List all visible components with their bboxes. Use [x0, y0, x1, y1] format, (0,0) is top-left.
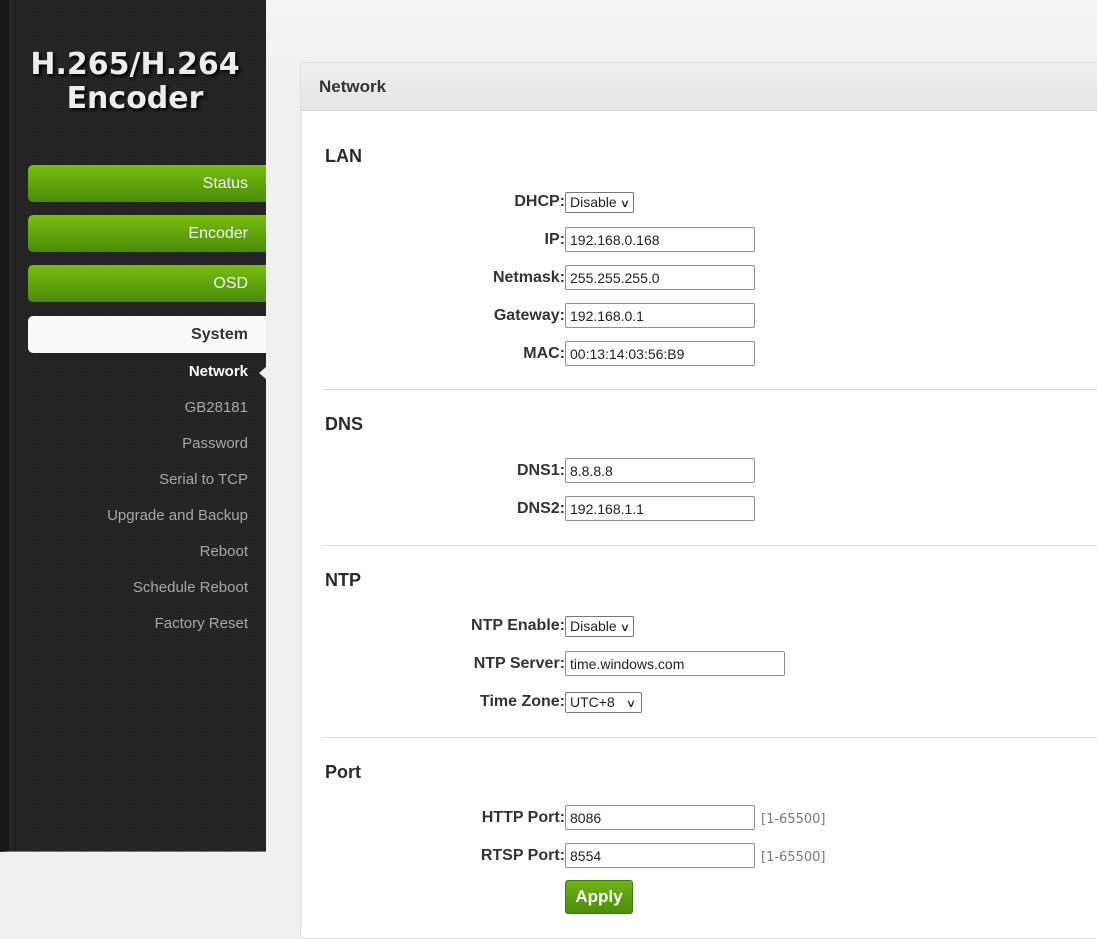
ntp-enable-label: NTP Enable:	[471, 617, 565, 634]
ntp-enable-value: Disable	[570, 618, 617, 634]
section-port-title: Port	[325, 762, 361, 782]
mac-input[interactable]	[565, 341, 755, 366]
ip-label: IP:	[544, 231, 565, 248]
dns1-input[interactable]	[565, 458, 755, 483]
chevron-down-icon: ∨	[625, 698, 637, 710]
timezone-row: Time Zone:	[301, 690, 565, 716]
submenu-reboot[interactable]: Reboot	[28, 543, 248, 561]
section-lan-title: LAN	[325, 146, 362, 166]
dns1-label: DNS1:	[516, 462, 565, 479]
section-dns-title: DNS	[325, 414, 364, 434]
logo-line-2: Encoder	[66, 81, 204, 116]
gateway-label: Gateway:	[493, 307, 565, 324]
menu-system[interactable]: System	[28, 316, 266, 353]
timezone-select[interactable]: UTC+8 ∨	[565, 692, 642, 713]
http-port-label: HTTP Port:	[481, 809, 565, 826]
section-ntp-title: NTP	[325, 570, 361, 590]
netmask-label: Netmask:	[492, 269, 565, 286]
dns2-input[interactable]	[565, 496, 755, 521]
active-indicator-icon	[259, 367, 266, 379]
ntp-server-label: NTP Server:	[473, 655, 565, 672]
dns1-row: DNS1:	[301, 459, 565, 485]
menu-osd[interactable]: OSD	[28, 265, 266, 302]
submenu-password[interactable]: Password	[28, 435, 248, 453]
menu-status[interactable]: Status	[28, 165, 266, 202]
chevron-down-icon: ∨	[619, 622, 630, 634]
app-logo: H.265/H.264 Encoder	[9, 48, 275, 116]
panel-title: Network	[301, 63, 1097, 111]
mac-label: MAC:	[523, 345, 565, 362]
dhcp-value: Disable	[570, 194, 617, 210]
top-background	[266, 0, 1097, 70]
dns2-label: DNS2:	[516, 500, 565, 517]
dhcp-select[interactable]: Disable ∨	[565, 192, 634, 213]
ntp-server-input[interactable]	[565, 651, 785, 676]
http-port-row: HTTP Port:	[301, 806, 565, 832]
submenu-network[interactable]: Network	[28, 363, 266, 381]
dns2-row: DNS2:	[301, 497, 565, 523]
submenu-gb28181[interactable]: GB28181	[28, 399, 248, 417]
rtsp-port-label: RTSP Port:	[480, 847, 565, 864]
apply-button[interactable]: Apply	[565, 880, 633, 914]
rtsp-port-range: [1-65500]	[761, 849, 826, 865]
http-port-input[interactable]	[565, 805, 755, 830]
ntp-enable-select[interactable]: Disable ∨	[565, 616, 634, 637]
ip-row: IP:	[301, 228, 565, 254]
gateway-row: Gateway:	[301, 304, 565, 330]
section-divider	[323, 389, 1097, 390]
netmask-row: Netmask:	[301, 266, 565, 292]
network-panel: Network LAN DHCP: Disable∨ IP: Netmask: …	[300, 62, 1097, 939]
submenu-serial-to-tcp[interactable]: Serial to TCP	[28, 471, 248, 489]
submenu-network-label: Network	[188, 363, 248, 380]
gateway-input[interactable]	[565, 303, 755, 328]
submenu-upgrade-backup[interactable]: Upgrade and Backup	[28, 507, 248, 525]
ntp-enable-row: NTP Enable:	[301, 614, 565, 640]
ntp-server-row: NTP Server:	[301, 652, 565, 678]
dhcp-label: DHCP:	[514, 193, 565, 210]
logo-line-1: H.265/H.264	[30, 47, 240, 82]
sidebar: H.265/H.264 Encoder	[0, 0, 266, 852]
timezone-value: UTC+8	[570, 694, 615, 710]
dhcp-row: DHCP:	[301, 190, 565, 216]
timezone-label: Time Zone:	[479, 693, 565, 710]
netmask-input[interactable]	[565, 265, 755, 290]
submenu-schedule-reboot[interactable]: Schedule Reboot	[28, 579, 248, 597]
submenu-factory-reset[interactable]: Factory Reset	[28, 615, 248, 633]
menu-encoder[interactable]: Encoder	[28, 215, 266, 252]
rtsp-port-row: RTSP Port:	[301, 844, 565, 870]
section-divider	[323, 545, 1097, 546]
mac-row: MAC:	[301, 342, 565, 368]
http-port-range: [1-65500]	[761, 811, 826, 827]
section-divider	[323, 737, 1097, 738]
ip-input[interactable]	[565, 227, 755, 252]
chevron-down-icon: ∨	[619, 198, 630, 210]
rtsp-port-input[interactable]	[565, 843, 755, 868]
